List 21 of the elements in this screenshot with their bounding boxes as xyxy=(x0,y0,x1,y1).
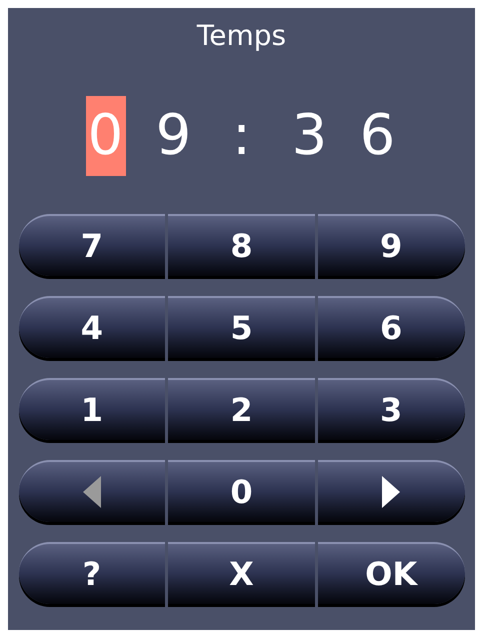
time-digit[interactable]: : xyxy=(222,96,262,176)
time-digit[interactable]: 9 xyxy=(154,96,194,176)
dialog-title: Temps xyxy=(196,18,286,54)
key-button[interactable]: 0 xyxy=(168,460,315,522)
key-button[interactable]: 6 xyxy=(318,296,465,358)
key-button[interactable]: 7 xyxy=(18,214,166,276)
key-button[interactable]: 4 xyxy=(18,296,166,358)
right-arrow-button[interactable] xyxy=(318,460,465,522)
time-digit[interactable]: 3 xyxy=(290,96,330,176)
key-button[interactable]: 5 xyxy=(168,296,315,358)
left-triangle-icon xyxy=(82,476,101,508)
key-button[interactable]: ? xyxy=(18,542,166,604)
key-button[interactable]: 8 xyxy=(168,214,315,276)
key-button[interactable]: OK xyxy=(318,542,465,604)
key-button[interactable]: 3 xyxy=(318,378,465,440)
right-triangle-icon xyxy=(382,476,400,508)
key-button[interactable]: 9 xyxy=(318,214,465,276)
key-button[interactable]: 1 xyxy=(18,378,166,440)
time-digit[interactable]: 6 xyxy=(358,96,398,176)
key-button[interactable]: X xyxy=(168,542,315,604)
key-button[interactable]: 2 xyxy=(168,378,315,440)
